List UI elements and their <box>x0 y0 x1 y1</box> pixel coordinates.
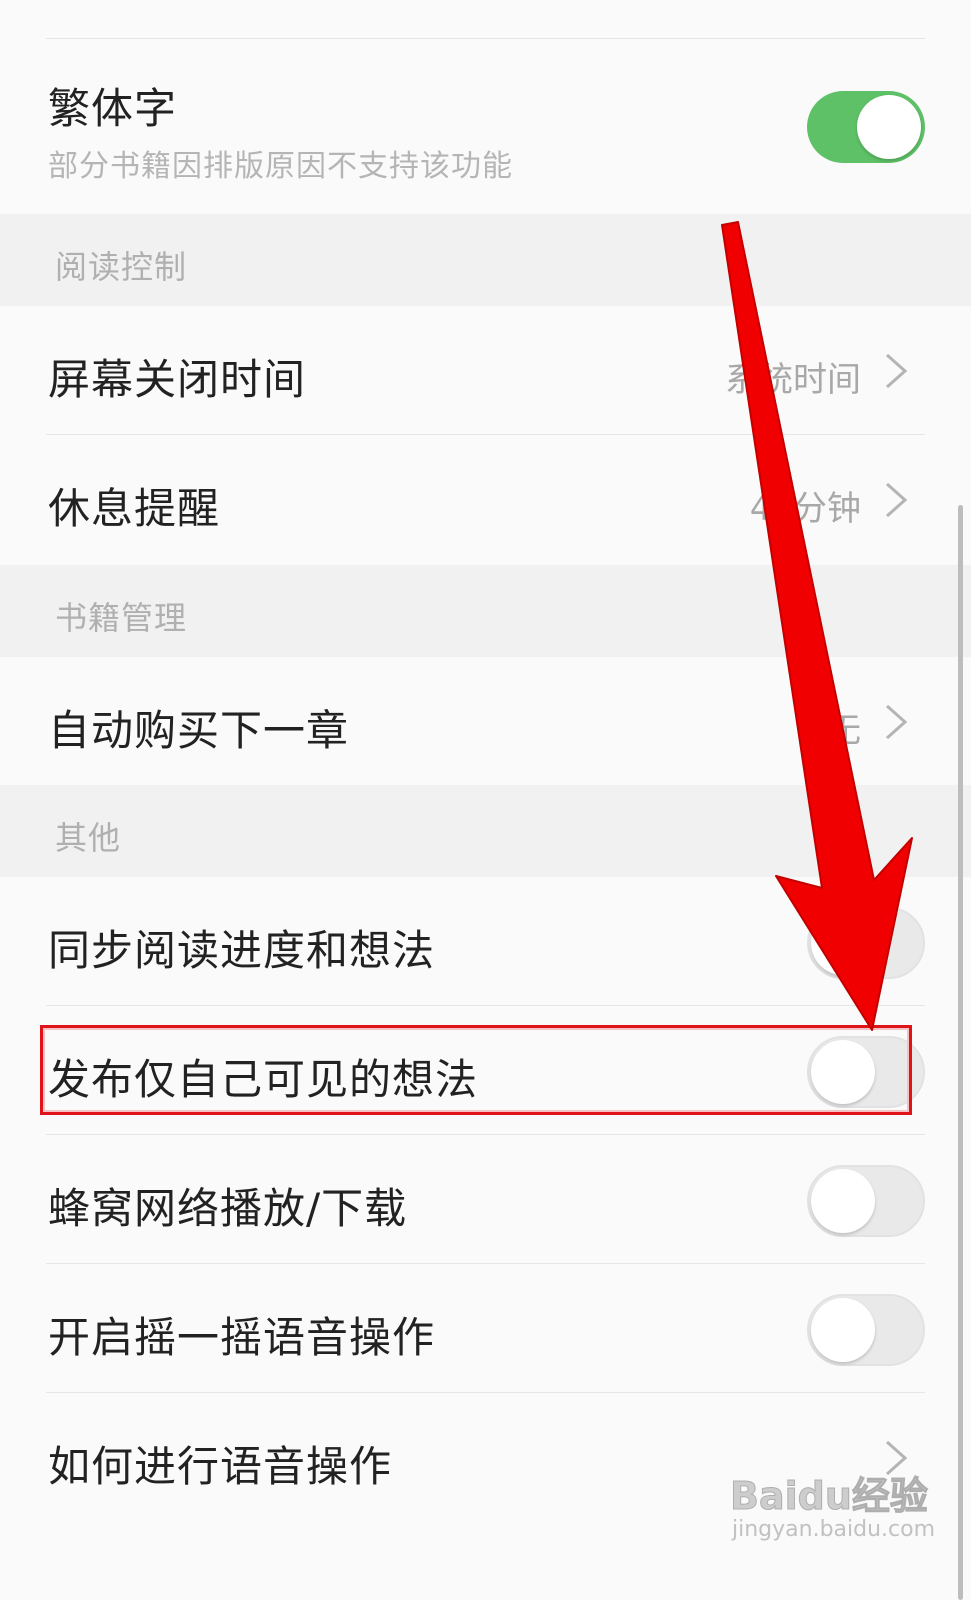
traditional-chinese-row[interactable]: 繁体字 部分书籍因排版原因不支持该功能 <box>0 39 971 214</box>
cellular-playback-title: 蜂窝网络播放/下载 <box>48 1184 408 1233</box>
rest-reminder-row[interactable]: 休息提醒 45分钟 <box>0 435 971 565</box>
scrollbar[interactable] <box>958 505 963 1600</box>
auto-buy-row[interactable]: 自动购买下一章 无 <box>0 657 971 785</box>
sync-progress-row[interactable]: 同步阅读进度和想法 <box>0 877 971 1005</box>
screen-off-time-title: 屏幕关闭时间 <box>48 355 307 404</box>
traditional-chinese-title: 繁体字 <box>48 84 178 133</box>
rest-reminder-title: 休息提醒 <box>48 484 221 533</box>
chevron-right-icon <box>886 704 908 740</box>
toggle-knob <box>811 1169 875 1233</box>
shake-voice-row[interactable]: 开启摇一摇语音操作 <box>0 1264 971 1392</box>
baidu-watermark: Baidu经验 jingyan.baidu.com <box>730 1465 936 1560</box>
section-other: 其他 <box>0 785 971 877</box>
voice-help-title: 如何进行语音操作 <box>48 1442 393 1491</box>
watermark-brand: Baidu经验 <box>730 1474 929 1519</box>
traditional-chinese-toggle[interactable] <box>807 91 925 163</box>
screen-off-time-value: 系统时间 <box>725 360 861 400</box>
section-reading-control-title: 阅读控制 <box>55 248 188 286</box>
settings-screen: 繁体字 部分书籍因排版原因不支持该功能 阅读控制 屏幕关闭时间 系统时间 休息提… <box>0 0 971 1600</box>
auto-buy-value: 无 <box>827 711 861 751</box>
shake-voice-toggle[interactable] <box>807 1294 925 1366</box>
chevron-right-icon <box>886 353 908 389</box>
shake-voice-title: 开启摇一摇语音操作 <box>48 1313 436 1362</box>
traditional-chinese-subtitle: 部分书籍因排版原因不支持该功能 <box>48 149 513 184</box>
section-reading-control: 阅读控制 <box>0 214 971 306</box>
watermark-url: jingyan.baidu.com <box>732 1517 936 1542</box>
section-book-management: 书籍管理 <box>0 565 971 657</box>
auto-buy-title: 自动购买下一章 <box>48 706 350 755</box>
section-book-management-title: 书籍管理 <box>55 599 188 637</box>
toggle-knob <box>857 95 921 159</box>
toggle-knob <box>811 1298 875 1362</box>
cellular-playback-toggle[interactable] <box>807 1165 925 1237</box>
rest-reminder-value: 45分钟 <box>749 489 861 529</box>
cellular-playback-row[interactable]: 蜂窝网络播放/下载 <box>0 1135 971 1263</box>
sync-progress-toggle[interactable] <box>807 907 925 979</box>
annotation-highlight-box <box>40 1025 912 1115</box>
toggle-knob <box>811 911 875 975</box>
screen-off-time-row[interactable]: 屏幕关闭时间 系统时间 <box>0 306 971 434</box>
chevron-right-icon <box>886 482 908 518</box>
section-other-title: 其他 <box>55 819 122 857</box>
sync-progress-title: 同步阅读进度和想法 <box>48 926 436 975</box>
